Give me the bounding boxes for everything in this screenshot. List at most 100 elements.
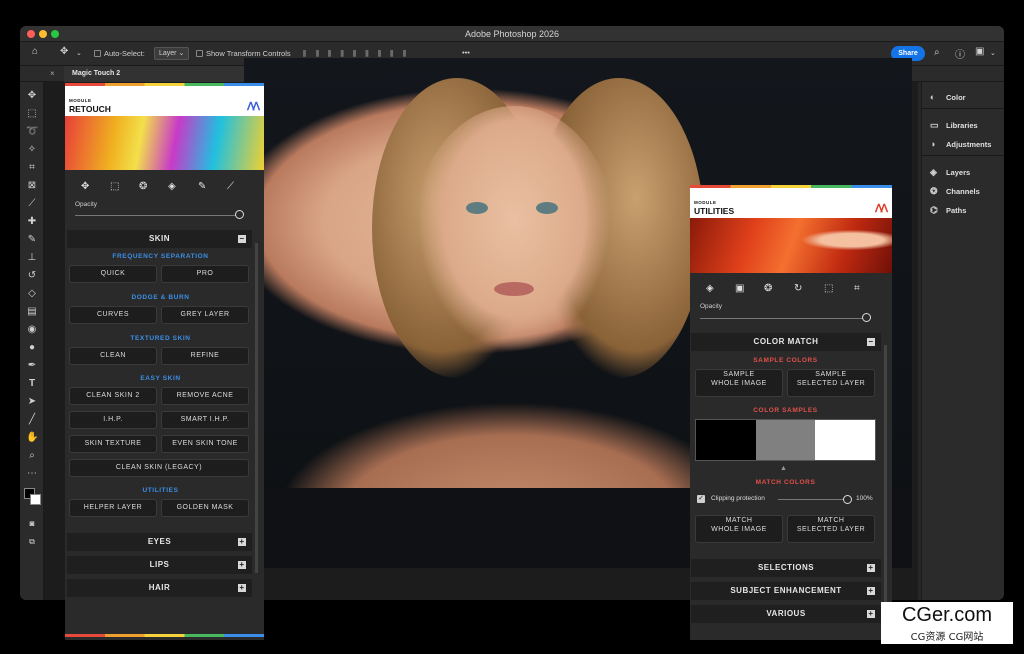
lasso-tool-icon[interactable]: ➰ bbox=[26, 126, 38, 138]
auto-select-checkbox[interactable]: Auto-Select: bbox=[94, 49, 145, 58]
layers-icon[interactable]: ◈ bbox=[168, 181, 176, 192]
healing-brush-tool-icon[interactable]: ✚ bbox=[26, 216, 38, 228]
selection-icon[interactable]: ⬚ bbox=[110, 181, 119, 192]
path-selection-tool-icon[interactable]: ➤ bbox=[26, 396, 38, 408]
panel-scrollbar[interactable] bbox=[255, 243, 258, 573]
crop-icon[interactable]: ⌗ bbox=[854, 283, 860, 294]
curves-button[interactable]: CURVES bbox=[69, 306, 157, 324]
section-lips[interactable]: LIPS + bbox=[67, 556, 252, 574]
section-selections[interactable]: SELECTIONS + bbox=[691, 559, 881, 577]
pro-button[interactable]: PRO bbox=[161, 265, 249, 283]
type-tool-icon[interactable]: T bbox=[26, 378, 38, 390]
color-panel-tab[interactable]: ◐ Color bbox=[930, 92, 966, 102]
move-tool-icon[interactable]: ✥ bbox=[26, 90, 38, 102]
selection-icon[interactable]: ⬚ bbox=[824, 283, 833, 294]
opacity-slider[interactable] bbox=[700, 318, 868, 319]
refine-button[interactable]: REFINE bbox=[161, 347, 249, 365]
collapse-icon[interactable]: − bbox=[238, 235, 246, 243]
quick-button[interactable]: QUICK bbox=[69, 265, 157, 283]
layers-icon[interactable]: ◈ bbox=[706, 283, 714, 294]
expand-icon[interactable]: + bbox=[238, 561, 246, 569]
section-hair[interactable]: HAIR + bbox=[67, 579, 252, 597]
ihp-button[interactable]: I.H.P. bbox=[69, 411, 157, 429]
screen-mode-icon[interactable]: ⧉ bbox=[26, 536, 38, 548]
chevron-down-icon[interactable]: ⌄ bbox=[990, 49, 996, 57]
even-skin-tone-button[interactable]: EVEN SKIN TONE bbox=[161, 435, 249, 453]
mask-icon[interactable]: ▣ bbox=[735, 283, 744, 294]
quick-mask-icon[interactable]: ◙ bbox=[26, 518, 38, 530]
panel-scrollbar[interactable] bbox=[884, 345, 887, 605]
channels-panel-tab[interactable]: ❂ Channels bbox=[930, 186, 980, 197]
grey-layer-button[interactable]: GREY LAYER bbox=[161, 306, 249, 324]
section-subject-enhancement[interactable]: SUBJECT ENHANCEMENT + bbox=[691, 582, 881, 600]
close-panel-icon[interactable]: × bbox=[50, 69, 55, 78]
channels-icon[interactable]: ❂ bbox=[139, 181, 147, 192]
opacity-slider-knob[interactable] bbox=[235, 210, 244, 219]
stamp-tool-icon[interactable]: ⊥ bbox=[26, 252, 38, 264]
expand-icon[interactable]: + bbox=[238, 584, 246, 592]
expand-icon[interactable]: + bbox=[867, 610, 875, 618]
zoom-tool-icon[interactable]: ⌕ bbox=[26, 450, 38, 462]
more-options-icon[interactable]: ••• bbox=[462, 48, 470, 57]
tab-magic-touch[interactable]: Magic Touch 2 ≡ bbox=[64, 66, 264, 82]
smart-ihp-button[interactable]: SMART I.H.P. bbox=[161, 411, 249, 429]
blur-tool-icon[interactable]: ◉ bbox=[26, 324, 38, 336]
color-sample-swatch-black[interactable] bbox=[696, 420, 756, 460]
help-icon[interactable]: ⓘ bbox=[955, 46, 965, 61]
section-various[interactable]: VARIOUS + bbox=[691, 605, 881, 623]
collapse-icon[interactable]: − bbox=[867, 338, 875, 346]
adjustments-panel-tab[interactable]: ◑ Adjustments bbox=[930, 139, 991, 149]
skin-texture-button[interactable]: SKIN TEXTURE bbox=[69, 435, 157, 453]
marquee-tool-icon[interactable]: ⬚ bbox=[26, 108, 38, 120]
clean-button[interactable]: CLEAN bbox=[69, 347, 157, 365]
pen-tool-icon[interactable]: ✒ bbox=[26, 360, 38, 372]
move-icon[interactable]: ✥ bbox=[81, 181, 89, 192]
gradient-tool-icon[interactable]: ▤ bbox=[26, 306, 38, 318]
brush-tool-icon[interactable]: ✎ bbox=[26, 234, 38, 246]
background-color-swatch[interactable] bbox=[30, 494, 41, 505]
chevron-down-icon[interactable]: ⌄ bbox=[76, 49, 82, 57]
move-tool-icon[interactable]: ✥ bbox=[60, 46, 68, 57]
dodge-tool-icon[interactable]: ● bbox=[26, 342, 38, 354]
layers-panel-tab[interactable]: ◈ Layers bbox=[930, 167, 970, 178]
crop-tool-icon[interactable]: ⌗ bbox=[26, 162, 38, 174]
opacity-slider-knob[interactable] bbox=[862, 313, 871, 322]
expand-icon[interactable]: + bbox=[238, 538, 246, 546]
match-selected-layer-button[interactable]: MATCH SELECTED LAYER bbox=[787, 515, 875, 543]
auto-select-dropdown[interactable]: Layer ⌄ bbox=[154, 47, 190, 60]
helper-layer-button[interactable]: HELPER LAYER bbox=[69, 499, 157, 517]
more-tools-icon[interactable]: ⋯ bbox=[26, 468, 38, 480]
refresh-icon[interactable]: ↻ bbox=[794, 283, 802, 294]
line-tool-icon[interactable]: ╱ bbox=[26, 414, 38, 426]
history-brush-tool-icon[interactable]: ↺ bbox=[26, 270, 38, 282]
hand-tool-icon[interactable]: ✋ bbox=[26, 432, 38, 444]
libraries-panel-tab[interactable]: ▭ Libraries bbox=[930, 120, 978, 131]
clipping-protection-slider[interactable] bbox=[778, 499, 844, 500]
clean-skin-legacy-button[interactable]: CLEAN SKIN (LEGACY) bbox=[69, 459, 249, 477]
workspace-icon[interactable]: ▣ bbox=[975, 46, 984, 57]
section-color-match[interactable]: COLOR MATCH − bbox=[691, 333, 881, 351]
clean-skin-2-button[interactable]: CLEAN SKIN 2 bbox=[69, 387, 157, 405]
color-sample-swatch-grey[interactable] bbox=[755, 420, 816, 460]
match-whole-image-button[interactable]: MATCH WHOLE IMAGE bbox=[695, 515, 783, 543]
remove-acne-button[interactable]: REMOVE ACNE bbox=[161, 387, 249, 405]
opacity-slider[interactable] bbox=[75, 215, 239, 216]
sample-whole-image-button[interactable]: SAMPLE WHOLE IMAGE bbox=[695, 369, 783, 397]
color-sample-swatch-white[interactable] bbox=[815, 420, 876, 460]
eraser-tool-icon[interactable]: ◇ bbox=[26, 288, 38, 300]
magic-wand-tool-icon[interactable]: ✧ bbox=[26, 144, 38, 156]
channels-icon[interactable]: ❂ bbox=[764, 283, 772, 294]
expand-icon[interactable]: + bbox=[867, 564, 875, 572]
clipping-slider-knob[interactable] bbox=[843, 495, 852, 504]
frame-tool-icon[interactable]: ⊠ bbox=[26, 180, 38, 192]
show-transform-checkbox[interactable]: Show Transform Controls bbox=[196, 49, 291, 58]
home-icon[interactable]: ⌂ bbox=[32, 46, 38, 57]
golden-mask-button[interactable]: GOLDEN MASK bbox=[161, 499, 249, 517]
eyedropper-icon[interactable]: ⟋ bbox=[227, 181, 234, 192]
search-icon[interactable]: ⌕ bbox=[934, 47, 940, 58]
expand-icon[interactable]: + bbox=[867, 587, 875, 595]
brush-icon[interactable]: ✎ bbox=[198, 181, 206, 192]
section-skin[interactable]: SKIN − bbox=[67, 230, 252, 248]
eyedropper-tool-icon[interactable]: ⟋ bbox=[26, 198, 38, 210]
paths-panel-tab[interactable]: ⌬ Paths bbox=[930, 205, 966, 216]
